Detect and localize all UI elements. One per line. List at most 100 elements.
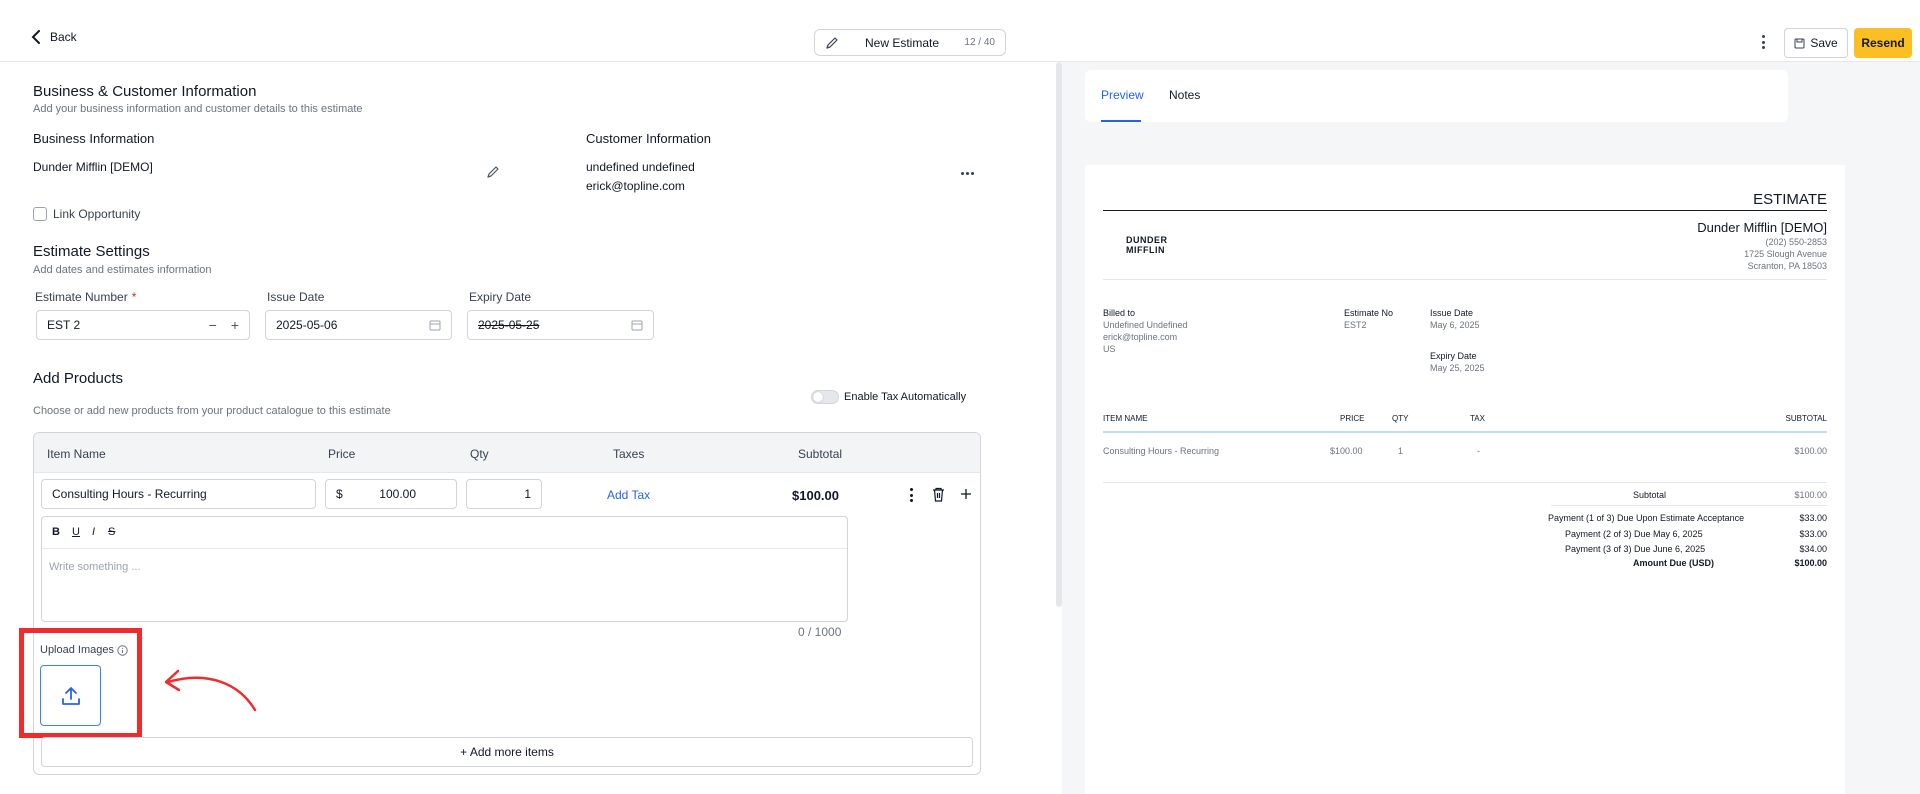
tab-active-indicator xyxy=(1101,120,1141,122)
line-item-tax: - xyxy=(1477,446,1480,456)
currency-symbol: $ xyxy=(336,487,343,501)
section-subtitle-add-products: Choose or add new products from your pro… xyxy=(33,405,391,417)
plus-icon[interactable]: + xyxy=(231,317,239,333)
expiry-date-preview: May 25, 2025 xyxy=(1430,363,1485,373)
line-item-subtotal: $100.00 xyxy=(1794,446,1827,456)
expiry-date-label: Expiry Date xyxy=(469,290,532,304)
editor-toolbar: B U I S xyxy=(42,517,847,549)
billed-email: erick@topline.com xyxy=(1103,332,1178,342)
doc-heading: ESTIMATE xyxy=(1753,191,1827,208)
row-options-icon[interactable] xyxy=(909,488,913,502)
section-title-estimate-settings: Estimate Settings xyxy=(33,243,150,260)
customer-email: erick@topline.com xyxy=(586,179,685,193)
estimate-title-field[interactable]: New Estimate 12 / 40 xyxy=(814,29,1006,56)
back-label: Back xyxy=(50,30,77,44)
description-char-count: 0 / 1000 xyxy=(798,625,842,639)
company-logo: DUNDER MIFFLIN xyxy=(1126,235,1168,255)
calendar-icon xyxy=(631,320,643,331)
payment-1-label: Payment (1 of 3) Due Upon Estimate Accep… xyxy=(1548,513,1745,523)
line-item-qty: 1 xyxy=(1398,446,1404,456)
issue-date-preview: May 6, 2025 xyxy=(1430,320,1480,330)
estimate-document: ESTIMATE DUNDER MIFFLIN Dunder Mifflin [… xyxy=(1085,165,1845,794)
col-taxes: Taxes xyxy=(613,447,645,461)
qty-input[interactable]: 1 xyxy=(466,479,542,509)
payment-2-label: Payment (2 of 3) Due May 6, 2025 xyxy=(1565,529,1703,539)
price-value: 100.00 xyxy=(379,487,416,501)
payment-3-label: Payment (3 of 3) Due June 6, 2025 xyxy=(1565,544,1706,554)
editor-placeholder: Write something ... xyxy=(49,561,141,573)
expiry-date-input[interactable]: 2025-05-25 xyxy=(467,310,654,340)
link-opportunity-label: Link Opportunity xyxy=(53,207,141,221)
billed-country: US xyxy=(1103,344,1116,354)
col-price: Price xyxy=(328,447,356,461)
company-block: Dunder Mifflin [DEMO] (202) 550-2853 172… xyxy=(1697,220,1827,271)
company-phone: (202) 550-2853 xyxy=(1765,237,1827,247)
estimate-title: New Estimate xyxy=(865,35,940,50)
qty-value: 1 xyxy=(524,487,531,501)
pencil-icon[interactable] xyxy=(825,36,839,50)
link-opportunity-checkbox[interactable] xyxy=(33,207,47,221)
resend-button[interactable]: Resend xyxy=(1854,28,1912,58)
add-row-icon[interactable] xyxy=(960,488,972,500)
products-table-header: Item Name Price Qty Taxes Subtotal xyxy=(34,433,980,473)
estimate-number-value: EST 2 xyxy=(47,318,81,332)
add-more-items-button[interactable]: + Add more items xyxy=(41,737,973,767)
save-button[interactable]: Save xyxy=(1784,28,1848,58)
issue-date-label: Issue Date xyxy=(267,290,325,304)
more-options-icon[interactable] xyxy=(1758,33,1768,51)
italic-icon[interactable]: I xyxy=(92,526,95,538)
estimate-number-label: Estimate Number * xyxy=(35,290,137,304)
item-name-value: Consulting Hours - Recurring xyxy=(52,487,207,501)
description-editor[interactable]: B U I S Write something ... xyxy=(41,516,848,622)
business-info-heading: Business Information xyxy=(33,131,155,146)
item-name-input[interactable]: Consulting Hours - Recurring xyxy=(41,479,316,509)
add-tax-link[interactable]: Add Tax xyxy=(607,488,650,502)
bold-icon[interactable]: B xyxy=(52,526,60,538)
customer-info-heading: Customer Information xyxy=(586,131,711,146)
section-subtitle-business-customer: Add your business information and custom… xyxy=(33,103,363,115)
strikethrough-icon[interactable]: S xyxy=(108,526,115,538)
back-button[interactable]: Back xyxy=(30,30,77,44)
doc-divider xyxy=(1103,279,1827,280)
customer-options-icon[interactable] xyxy=(961,172,974,175)
title-char-count: 12 / 40 xyxy=(964,37,995,48)
subtotal-label-preview: Subtotal xyxy=(1633,490,1667,500)
col-tax-preview: TAX xyxy=(1470,414,1485,423)
issue-date-value: 2025-05-06 xyxy=(276,318,338,332)
save-label: Save xyxy=(1810,36,1838,50)
doc-heading-rule xyxy=(1103,210,1827,211)
underline-icon[interactable]: U xyxy=(72,526,80,538)
issue-date-label-preview: Issue Date xyxy=(1430,308,1474,318)
estimate-number-stepper[interactable]: EST 2 − + xyxy=(36,310,250,340)
business-name: Dunder Mifflin [DEMO] xyxy=(33,160,153,174)
tab-preview[interactable]: Preview xyxy=(1101,88,1144,102)
estimate-no-value: EST2 xyxy=(1344,320,1367,330)
amount-due-label: Amount Due (USD) xyxy=(1633,558,1714,568)
payment-3-value: $34.00 xyxy=(1799,544,1827,554)
amount-due-value: $100.00 xyxy=(1794,558,1827,568)
edit-business-icon[interactable] xyxy=(486,165,500,179)
line-item-price: $100.00 xyxy=(1330,446,1363,456)
enable-tax-toggle[interactable] xyxy=(811,390,839,404)
price-input[interactable]: $ 100.00 xyxy=(325,479,457,509)
section-title-add-products: Add Products xyxy=(33,370,124,387)
subtotal-rule xyxy=(1551,505,1827,506)
annotation-highlight-box xyxy=(19,628,142,738)
issue-date-input[interactable]: 2025-05-06 xyxy=(265,310,452,340)
table-header-rule xyxy=(1103,431,1827,433)
line-items-rule xyxy=(1103,482,1827,483)
section-title-business-customer: Business & Customer Information xyxy=(33,83,257,100)
required-mark: * xyxy=(131,290,137,304)
chevron-left-icon xyxy=(31,30,40,44)
payment-1-value: $33.00 xyxy=(1799,513,1827,523)
customer-name: undefined undefined xyxy=(586,160,695,174)
enable-tax-label: Enable Tax Automatically xyxy=(844,391,967,403)
trash-icon[interactable] xyxy=(932,487,945,502)
minus-icon[interactable]: − xyxy=(209,317,217,333)
billed-to-label: Billed to xyxy=(1103,308,1136,318)
subtotal-value-preview: $100.00 xyxy=(1794,490,1827,500)
tab-notes[interactable]: Notes xyxy=(1169,88,1200,102)
expiry-date-value: 2025-05-25 xyxy=(478,318,540,332)
company-address-1: 1725 Slough Avenue xyxy=(1744,249,1827,259)
section-subtitle-estimate-settings: Add dates and estimates information xyxy=(33,264,212,276)
